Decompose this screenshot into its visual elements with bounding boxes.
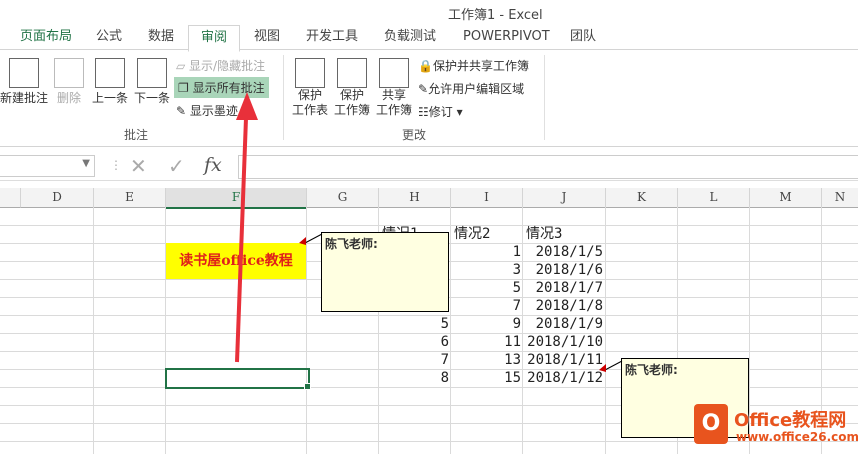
comment-connector	[604, 360, 623, 371]
red-arrow-shaft	[235, 117, 248, 363]
annotation-overlay	[235, 92, 623, 372]
comment-indicator	[299, 237, 306, 245]
comment-connector	[304, 233, 323, 244]
comment-indicator	[599, 364, 606, 372]
red-arrow-head	[236, 92, 258, 120]
office-logo-icon: O	[694, 404, 728, 444]
watermark-brand: Office教程网	[734, 410, 847, 431]
watermark-url: www.office26.com	[736, 430, 858, 444]
